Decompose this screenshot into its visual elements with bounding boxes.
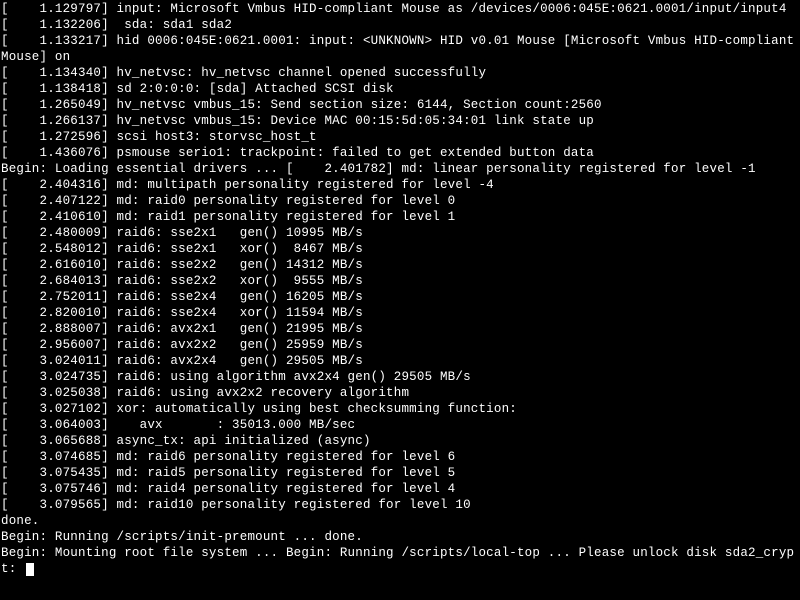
text-cursor[interactable] — [26, 563, 34, 576]
boot-console: [ 1.129797] input: Microsoft Vmbus HID-c… — [0, 0, 800, 578]
